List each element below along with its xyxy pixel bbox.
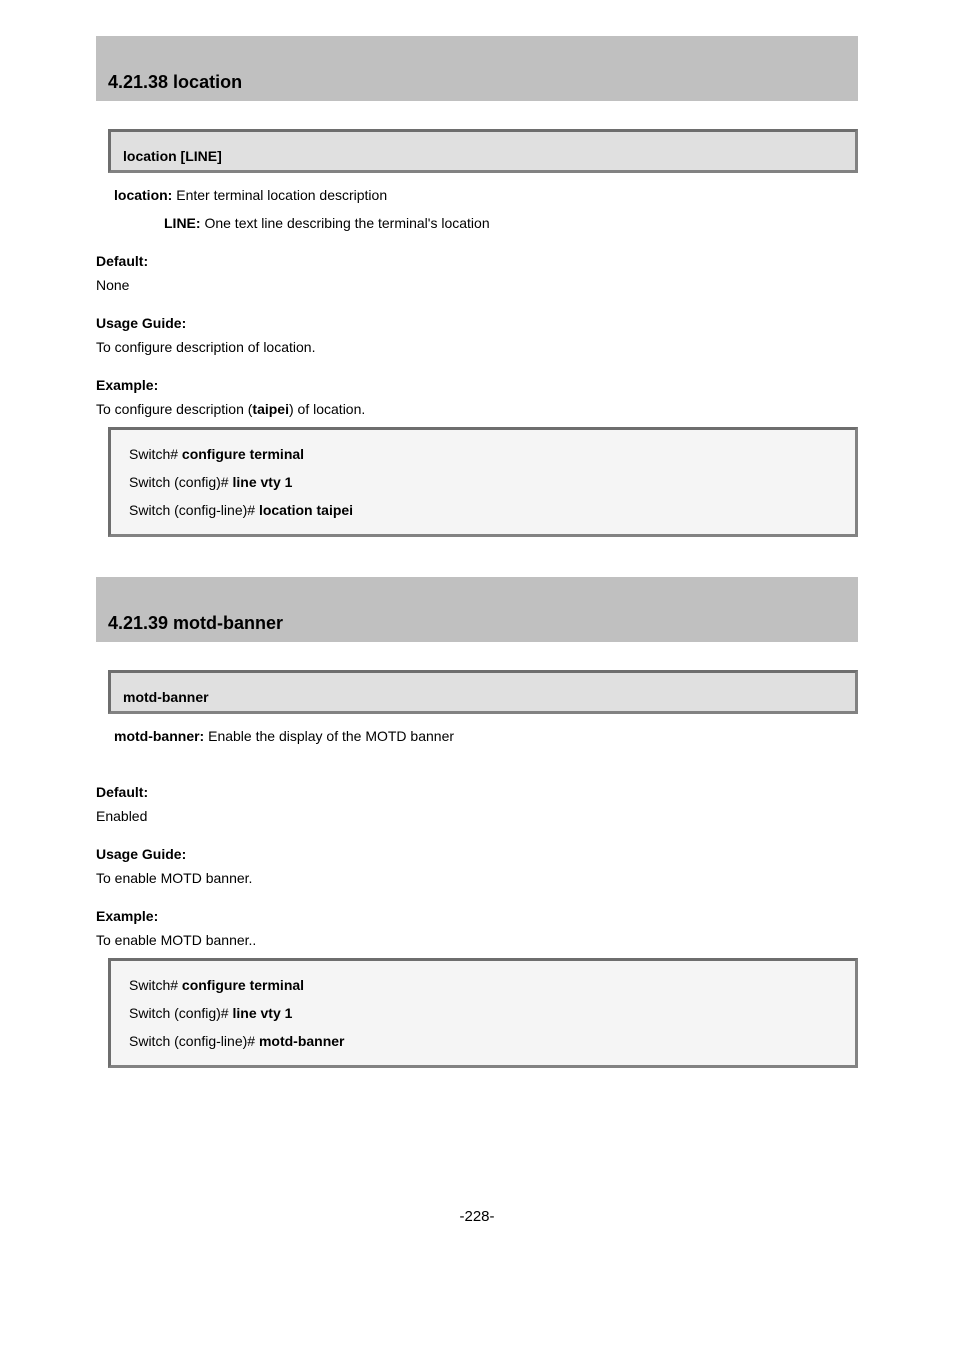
code-box: Switch# configure terminal Switch (confi… xyxy=(108,958,858,1068)
param-key: motd-banner: xyxy=(114,728,204,744)
syntax-text: location [LINE] xyxy=(123,148,222,164)
prompt: Switch# xyxy=(129,977,182,993)
command-title-bar: 4.21.38 location xyxy=(96,36,858,101)
param-key: LINE: xyxy=(164,215,201,231)
example-label: Example: xyxy=(96,377,858,393)
default-value: None xyxy=(96,277,858,293)
command-title-bar: 4.21.39 motd-banner xyxy=(96,577,858,642)
page: 4.21.38 location location [LINE] locatio… xyxy=(0,0,954,1285)
prompt: Switch (config)# xyxy=(129,474,232,490)
code-box: Switch# configure terminal Switch (confi… xyxy=(108,427,858,537)
usage-label: Usage Guide: xyxy=(96,846,858,862)
command: location taipei xyxy=(259,502,353,518)
command: line vty 1 xyxy=(232,1005,292,1021)
command: motd-banner xyxy=(259,1033,345,1049)
code-line: Switch# configure terminal xyxy=(129,971,837,999)
param-desc: Enable the display of the MOTD banner xyxy=(204,728,454,744)
usage-label: Usage Guide: xyxy=(96,315,858,331)
param-line-motd: motd-banner: Enable the display of the M… xyxy=(114,728,858,744)
prompt: Switch (config)# xyxy=(129,1005,232,1021)
default-label: Default: xyxy=(96,784,858,800)
syntax-text: motd-banner xyxy=(123,689,209,705)
example-text-post: ) of location. xyxy=(289,401,365,417)
default-label: Default: xyxy=(96,253,858,269)
code-line: Switch (config-line)# motd-banner xyxy=(129,1027,837,1055)
syntax-box: location [LINE] xyxy=(108,129,858,173)
example-text: To configure description (taipei) of loc… xyxy=(96,401,858,417)
param-desc: One text line describing the terminal's … xyxy=(201,215,490,231)
param-desc: Enter terminal location description xyxy=(172,187,387,203)
example-text-bold: taipei xyxy=(252,401,289,417)
usage-value: To enable MOTD banner. xyxy=(96,870,858,886)
default-value: Enabled xyxy=(96,808,858,824)
syntax-box: motd-banner xyxy=(108,670,858,714)
code-line: Switch (config-line)# location taipei xyxy=(129,496,837,524)
example-text-pre: To configure description ( xyxy=(96,401,252,417)
prompt: Switch# xyxy=(129,446,182,462)
example-value: To enable MOTD banner.. xyxy=(96,932,858,948)
prompt: Switch (config-line)# xyxy=(129,1033,259,1049)
command-title: 4.21.38 location xyxy=(108,72,242,92)
code-line: Switch (config)# line vty 1 xyxy=(129,468,837,496)
section-location: 4.21.38 location location [LINE] locatio… xyxy=(96,36,858,537)
command: configure terminal xyxy=(182,977,304,993)
code-line: Switch (config)# line vty 1 xyxy=(129,999,837,1027)
usage-value: To configure description of location. xyxy=(96,339,858,355)
example-label: Example: xyxy=(96,908,858,924)
param-line-location: location: Enter terminal location descri… xyxy=(114,187,858,203)
code-line: Switch# configure terminal xyxy=(129,440,837,468)
page-number: -228- xyxy=(96,1208,858,1225)
command-title: 4.21.39 motd-banner xyxy=(108,613,283,633)
param-key: location: xyxy=(114,187,172,203)
command: line vty 1 xyxy=(232,474,292,490)
param-line-line: LINE: One text line describing the termi… xyxy=(164,215,858,231)
prompt: Switch (config-line)# xyxy=(129,502,259,518)
command: configure terminal xyxy=(182,446,304,462)
section-motd-banner: 4.21.39 motd-banner motd-banner motd-ban… xyxy=(96,577,858,1068)
